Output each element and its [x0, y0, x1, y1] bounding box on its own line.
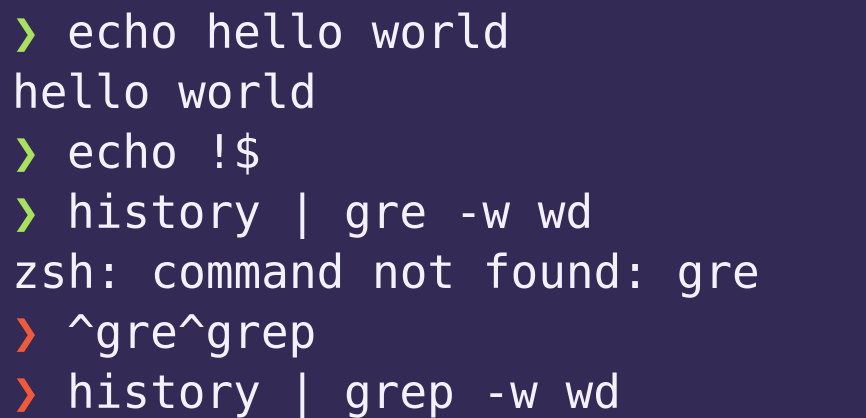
- command-line: ❯ history | gre -w wd: [12, 182, 866, 242]
- prompt-arrow-icon: ❯: [12, 305, 40, 359]
- output-line: zsh: command not found: gre: [12, 242, 866, 302]
- prompt-arrow-icon: ❯: [12, 365, 40, 418]
- command-text: echo !$: [67, 125, 261, 179]
- terminal-window[interactable]: ❯ echo hello world hello world ❯ echo !$…: [0, 0, 866, 418]
- command-line: ❯ history | grep -w wd: [12, 362, 866, 418]
- command-text: ^gre^grep: [67, 305, 317, 359]
- output-text: hello world: [12, 65, 317, 119]
- command-text: history | gre -w wd: [67, 185, 594, 239]
- prompt-arrow-icon: ❯: [12, 185, 40, 239]
- prompt-arrow-icon: ❯: [12, 5, 40, 59]
- error-output-text: zsh: command not found: gre: [12, 245, 760, 299]
- command-line: ❯ echo !$: [12, 122, 866, 182]
- prompt-arrow-icon: ❯: [12, 125, 40, 179]
- command-text: echo hello world: [67, 5, 511, 59]
- command-line: ❯ echo hello world: [12, 2, 866, 62]
- output-line: hello world: [12, 62, 866, 122]
- command-line: ❯ ^gre^grep: [12, 302, 866, 362]
- command-text: history | grep -w wd: [67, 365, 621, 418]
